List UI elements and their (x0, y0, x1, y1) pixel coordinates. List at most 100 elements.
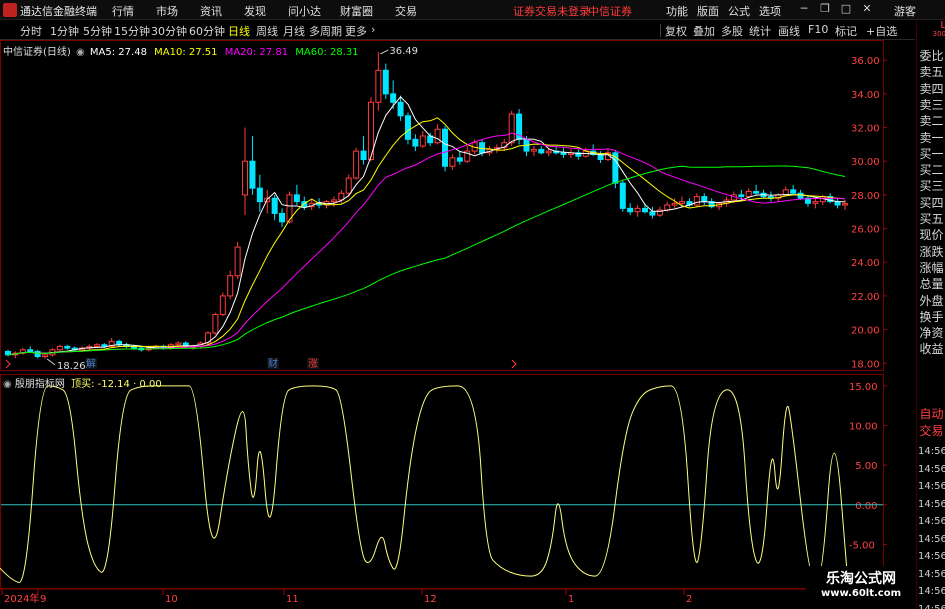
maximize-icon[interactable]: □ (839, 2, 853, 17)
more-chevron-icon[interactable]: › (371, 23, 375, 36)
sidebar-item[interactable]: 买一 (917, 146, 945, 162)
indicator-tick-label: 0.00 (855, 501, 877, 512)
sidebar-item[interactable]: 买三 (917, 178, 945, 194)
period-toolbar: 分时 1分钟 5分钟 15分钟 30分钟 60分钟 日线 周线 月线 多周期 更… (0, 21, 915, 40)
indicator-settings-icon[interactable]: ◉ (3, 379, 12, 390)
candle-body (745, 191, 752, 198)
price-tick-label: 34.00 (851, 90, 880, 101)
menu-discover[interactable]: 发现 (244, 3, 266, 19)
minimize-icon[interactable]: ─ (797, 2, 811, 17)
sidebar-time: 14:56 (918, 516, 945, 527)
candle-body (93, 344, 100, 347)
tab-more[interactable]: 更多 (345, 23, 367, 39)
menu-options[interactable]: 选项 (759, 3, 781, 19)
sidebar-trade-item[interactable]: 自动 (917, 406, 945, 422)
ma60-label: MA60: 28.31 (295, 47, 359, 58)
sidebar-item[interactable]: 现价 (917, 227, 945, 243)
tab-30min[interactable]: 30分钟 (151, 23, 187, 39)
indicator-name: 殷朋指标网 (14, 379, 65, 390)
sidebar-item[interactable]: 涨跌 (917, 244, 945, 260)
ma20-label: MA20: 27.81 (224, 47, 289, 58)
btn-stats[interactable]: 统计 (749, 23, 771, 39)
menu-news[interactable]: 资讯 (200, 3, 222, 19)
sidebar-time: 14:56 (918, 586, 945, 597)
app-logo-icon (3, 3, 17, 17)
red-flag-icon (5, 359, 11, 369)
tab-monthly[interactable]: 月线 (283, 23, 305, 39)
tab-5min[interactable]: 5分钟 (83, 23, 112, 39)
sidebar-item[interactable]: 卖四 (917, 81, 945, 97)
ma20-line (7, 132, 846, 356)
candle-body (64, 345, 71, 349)
login-status[interactable]: 证券交易未登录 (513, 3, 590, 19)
tab-timeshare[interactable]: 分时 (20, 23, 42, 39)
close-icon[interactable]: ✕ (860, 2, 874, 17)
sidebar-item[interactable]: 总量 (917, 276, 945, 292)
sidebar-item[interactable]: 卖五 (917, 64, 945, 80)
candle-body (212, 313, 219, 334)
price-tick-label: 36.00 (851, 56, 880, 67)
sidebar-trade-item[interactable]: 交易 (917, 423, 945, 439)
candle-body (375, 69, 382, 103)
btn-adjust[interactable]: 复权 (665, 23, 687, 39)
sidebar-item[interactable]: 买五 (917, 211, 945, 227)
title-bar: 通达信金融终端 行情 市场 资讯 发现 问小达 财富圈 交易 证券交易未登录 中… (0, 0, 945, 20)
sidebar-item[interactable]: 涨幅 (917, 260, 945, 276)
sidebar-item[interactable]: 外盘 (917, 293, 945, 309)
sidebar-item[interactable]: 卖一 (917, 130, 945, 146)
tab-weekly[interactable]: 周线 (256, 23, 278, 39)
price-pane-frame (0, 40, 884, 371)
ma-settings-icon[interactable]: ◉ (76, 47, 85, 58)
tab-60min[interactable]: 60分钟 (189, 23, 225, 39)
candle-body (790, 189, 797, 194)
sidebar-item[interactable]: 买二 (917, 162, 945, 178)
menu-quotes[interactable]: 行情 (112, 3, 134, 19)
sidebar-item[interactable]: 买四 (917, 195, 945, 211)
candle-body (271, 197, 278, 214)
x-axis-label: 2024年 (4, 592, 39, 605)
candle-body (279, 212, 286, 223)
tab-daily[interactable]: 日线 (228, 23, 250, 39)
red-flag-icon (511, 359, 517, 369)
sidebar-item[interactable]: 卖三 (917, 97, 945, 113)
btn-overlay[interactable]: 叠加 (693, 23, 715, 39)
event-marker[interactable]: 解 (86, 357, 96, 370)
sidebar-item[interactable]: 收益 (917, 341, 945, 357)
restore-icon[interactable]: ❐ (818, 2, 832, 17)
sidebar-time: 14:56 (918, 568, 945, 580)
candle-body (738, 194, 745, 198)
event-marker[interactable]: 涨 (308, 358, 318, 370)
sidebar-item[interactable]: 委比 (917, 48, 945, 64)
toolbar-divider (660, 24, 661, 37)
candle-body (649, 211, 656, 216)
btn-draw[interactable]: 画线 (778, 23, 800, 39)
sidebar-item[interactable]: 换手 (917, 309, 945, 325)
menu-market[interactable]: 市场 (156, 3, 178, 19)
candle-body (634, 207, 641, 213)
sidebar-item[interactable]: 卖二 (917, 113, 945, 129)
ma60-line (7, 165, 846, 356)
sidebar-item[interactable]: 净资 (917, 325, 945, 341)
guest-login[interactable]: 游客 (894, 3, 916, 19)
menu-formula[interactable]: 公式 (728, 3, 750, 19)
watermark: 乐淘公式网 www.60lt.com (806, 566, 916, 609)
btn-f10[interactable]: F10 (808, 23, 828, 36)
menu-function[interactable]: 功能 (666, 3, 688, 19)
sidebar-time: 14:56 (918, 551, 945, 562)
btn-mark[interactable]: 标记 (835, 23, 857, 39)
tab-multi-period[interactable]: 多周期 (309, 23, 342, 39)
btn-multi-stock[interactable]: 多股 (721, 23, 743, 39)
menu-layout[interactable]: 版面 (697, 3, 719, 19)
tab-15min[interactable]: 15分钟 (114, 23, 150, 39)
candle-body (530, 148, 537, 152)
price-tick-label: 26.00 (851, 225, 880, 236)
tab-1min[interactable]: 1分钟 (50, 23, 79, 39)
menu-wealth[interactable]: 财富圈 (340, 3, 373, 19)
event-marker[interactable]: 财 (268, 357, 278, 370)
x-axis-label: 10 (165, 594, 178, 605)
kline-chart[interactable]: 36.00 34.00 32.00 30.00 28.00 26.00 24.00 22.00… (0, 40, 916, 609)
btn-add-watchlist[interactable]: +自选 (866, 23, 897, 39)
indicator-line (0, 385, 849, 585)
menu-trade[interactable]: 交易 (395, 3, 417, 19)
menu-ask[interactable]: 问小达 (288, 3, 321, 19)
